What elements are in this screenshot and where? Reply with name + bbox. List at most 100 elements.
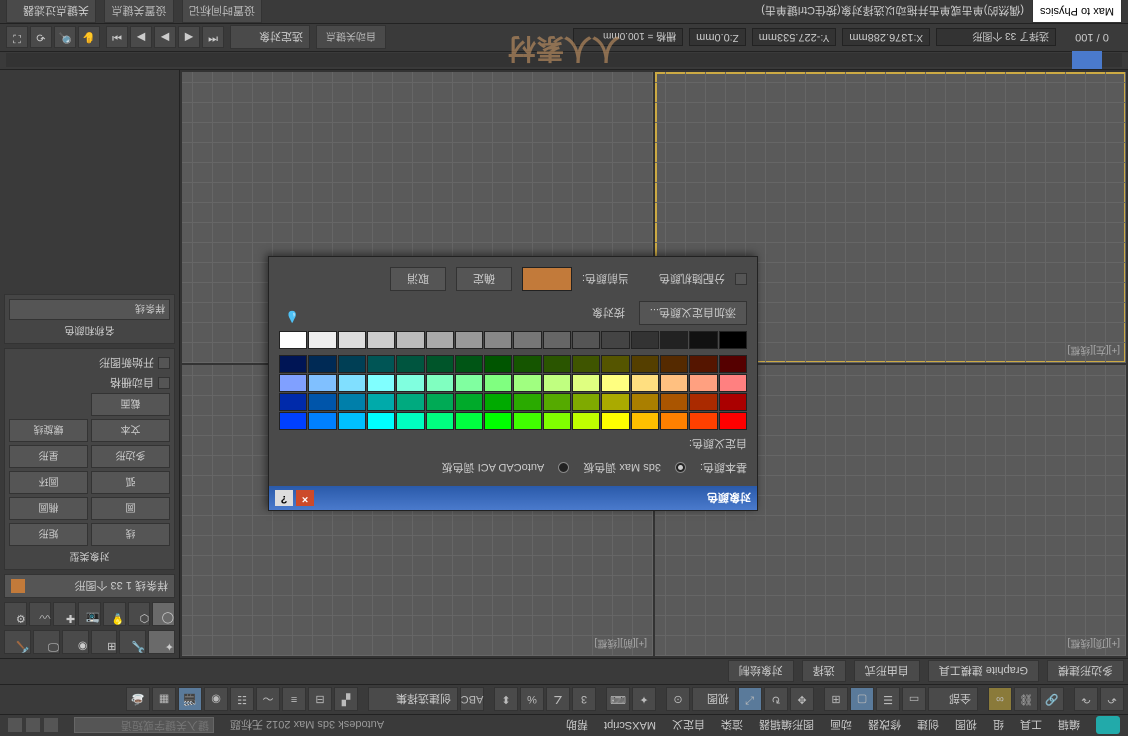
- time-slider[interactable]: [6, 54, 1122, 68]
- motion-tab[interactable]: ◉: [62, 630, 89, 654]
- render-button[interactable]: ☕: [126, 688, 150, 712]
- help-search-input[interactable]: [74, 718, 214, 734]
- modify-tab[interactable]: 🔧: [119, 630, 146, 654]
- color-swatch[interactable]: [484, 393, 512, 411]
- zoom-button[interactable]: 🔍: [54, 27, 76, 49]
- dialog-titlebar[interactable]: 对象颜色 × ?: [269, 486, 757, 510]
- color-swatch[interactable]: [396, 412, 424, 430]
- tab-selection[interactable]: 选择: [802, 661, 846, 683]
- color-swatch[interactable]: [601, 355, 629, 373]
- manipulate-button[interactable]: ✦: [632, 688, 656, 712]
- material-editor-button[interactable]: ◉: [204, 688, 228, 712]
- menu-views[interactable]: 视图: [955, 718, 977, 734]
- keymode-dropdown[interactable]: 关键点过滤器: [6, 0, 96, 24]
- gray-swatch[interactable]: [719, 331, 747, 349]
- select-name-button[interactable]: ☰: [876, 688, 900, 712]
- systems-tab[interactable]: ⚙: [4, 602, 27, 626]
- color-swatch[interactable]: [514, 374, 542, 392]
- btn-star[interactable]: 星形: [9, 445, 88, 468]
- pan-button[interactable]: ✋: [78, 27, 100, 49]
- selection-filter-dropdown[interactable]: 全部: [928, 688, 978, 712]
- radio-3dsmax[interactable]: [675, 463, 686, 474]
- tab-freeform[interactable]: 自由形式: [854, 661, 920, 683]
- gray-swatch[interactable]: [689, 331, 717, 349]
- geometry-tab[interactable]: ◯: [152, 602, 175, 626]
- color-swatch[interactable]: [308, 393, 336, 411]
- named-selection-button[interactable]: ABC: [460, 688, 484, 712]
- maximize-button[interactable]: [26, 719, 40, 733]
- btn-helix[interactable]: 螺旋线: [9, 419, 88, 442]
- redo-button[interactable]: ↷: [1074, 688, 1098, 712]
- unlink-button[interactable]: ⛓: [1014, 688, 1038, 712]
- btn-rectangle[interactable]: 矩形: [9, 523, 88, 546]
- color-swatch[interactable]: [426, 393, 454, 411]
- color-swatch[interactable]: [572, 355, 600, 373]
- space-tab[interactable]: 〰: [29, 602, 52, 626]
- btn-donut[interactable]: 圆环: [9, 471, 88, 494]
- lights-tab[interactable]: 💡: [103, 602, 126, 626]
- color-swatch[interactable]: [367, 393, 395, 411]
- color-swatch[interactable]: [660, 374, 688, 392]
- radio-autocad[interactable]: [558, 463, 569, 474]
- shapes-tab[interactable]: ⬡: [128, 602, 151, 626]
- color-swatch[interactable]: [279, 393, 307, 411]
- orbit-button[interactable]: ⟲: [30, 27, 52, 49]
- color-swatch[interactable]: [308, 374, 336, 392]
- menu-tools[interactable]: 工具: [1020, 718, 1042, 734]
- btn-ellipse[interactable]: 椭圆: [9, 497, 88, 520]
- current-color-swatch[interactable]: [522, 267, 572, 291]
- render-setup-button[interactable]: 🎬: [178, 688, 202, 712]
- color-swatch[interactable]: [660, 355, 688, 373]
- color-swatch[interactable]: [631, 374, 659, 392]
- color-swatch[interactable]: [426, 355, 454, 373]
- display-tab[interactable]: 🖵: [33, 630, 60, 654]
- gray-swatch[interactable]: [484, 331, 512, 349]
- percent-snap-toggle[interactable]: %: [520, 688, 544, 712]
- color-swatch[interactable]: [543, 355, 571, 373]
- color-swatch[interactable]: [601, 374, 629, 392]
- dialog-close-button[interactable]: ×: [296, 490, 314, 506]
- object-name-field[interactable]: 样条线: [9, 299, 170, 320]
- color-swatch[interactable]: [514, 355, 542, 373]
- menu-help[interactable]: 帮助: [566, 718, 588, 734]
- tab-poly[interactable]: 多边形建模: [1047, 661, 1124, 683]
- utilities-tab[interactable]: 🔨: [4, 630, 31, 654]
- color-swatch[interactable]: [338, 412, 366, 430]
- undo-button[interactable]: ↶: [1100, 688, 1124, 712]
- gray-swatch[interactable]: [572, 331, 600, 349]
- color-swatch[interactable]: [279, 374, 307, 392]
- time-config-button[interactable]: 设置时间标记: [182, 0, 262, 24]
- spinner-snap-toggle[interactable]: ⬍: [494, 688, 518, 712]
- color-swatch[interactable]: [631, 393, 659, 411]
- gray-swatch[interactable]: [631, 331, 659, 349]
- color-swatch[interactable]: [426, 412, 454, 430]
- color-swatch[interactable]: [426, 374, 454, 392]
- align-button[interactable]: ⊟: [308, 688, 332, 712]
- menu-render[interactable]: 渲染: [721, 718, 743, 734]
- color-swatch[interactable]: [455, 393, 483, 411]
- autokey-button[interactable]: 自动关键点: [316, 26, 386, 50]
- color-swatch[interactable]: [367, 412, 395, 430]
- gray-swatch[interactable]: [455, 331, 483, 349]
- keyboard-button[interactable]: ⌨: [606, 688, 630, 712]
- color-swatch[interactable]: [279, 355, 307, 373]
- color-swatch[interactable]: [543, 393, 571, 411]
- autogrid-check[interactable]: [158, 377, 170, 389]
- color-swatch[interactable]: [719, 412, 747, 430]
- curve-editor-button[interactable]: 〜: [256, 688, 280, 712]
- ok-button[interactable]: 确定: [456, 267, 512, 291]
- bind-button[interactable]: ∞: [988, 688, 1012, 712]
- create-tab[interactable]: ✦: [148, 630, 175, 654]
- color-swatch[interactable]: [396, 355, 424, 373]
- color-swatch[interactable]: [572, 374, 600, 392]
- color-swatch[interactable]: [484, 355, 512, 373]
- color-swatch[interactable]: [308, 355, 336, 373]
- color-swatch[interactable]: [719, 374, 747, 392]
- gray-swatch[interactable]: [543, 331, 571, 349]
- maximize-vp-button[interactable]: ⛶: [6, 27, 28, 49]
- layers-button[interactable]: ≡: [282, 688, 306, 712]
- menu-create[interactable]: 创建: [917, 718, 939, 734]
- color-swatch[interactable]: [514, 393, 542, 411]
- named-selection-dropdown[interactable]: 创建选择集: [368, 688, 458, 712]
- color-swatch[interactable]: [689, 374, 717, 392]
